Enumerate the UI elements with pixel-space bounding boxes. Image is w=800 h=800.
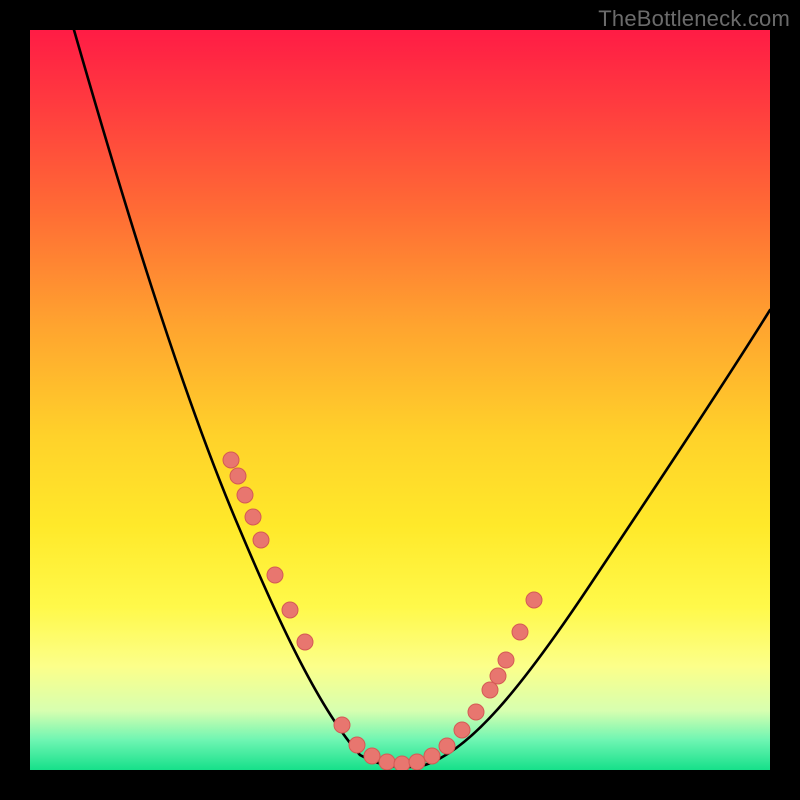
data-marker — [282, 602, 298, 618]
data-marker — [237, 487, 253, 503]
plot-area — [30, 30, 770, 770]
data-marker — [439, 738, 455, 754]
data-marker — [526, 592, 542, 608]
data-marker — [223, 452, 239, 468]
data-marker — [349, 737, 365, 753]
data-marker — [379, 754, 395, 770]
data-marker — [245, 509, 261, 525]
marker-group-right — [454, 592, 542, 738]
data-marker — [482, 682, 498, 698]
data-marker — [454, 722, 470, 738]
curve-layer — [30, 30, 770, 770]
data-marker — [468, 704, 484, 720]
data-marker — [334, 717, 350, 733]
bottleneck-curve — [74, 30, 770, 767]
data-marker — [297, 634, 313, 650]
marker-group-bottom — [334, 717, 455, 770]
data-marker — [267, 567, 283, 583]
data-marker — [498, 652, 514, 668]
data-marker — [409, 754, 425, 770]
data-marker — [424, 748, 440, 764]
data-marker — [253, 532, 269, 548]
watermark-text: TheBottleneck.com — [598, 6, 790, 32]
marker-group-left — [223, 452, 313, 650]
chart-frame: TheBottleneck.com — [0, 0, 800, 800]
data-marker — [364, 748, 380, 764]
data-marker — [394, 756, 410, 770]
data-marker — [512, 624, 528, 640]
data-marker — [490, 668, 506, 684]
data-marker — [230, 468, 246, 484]
